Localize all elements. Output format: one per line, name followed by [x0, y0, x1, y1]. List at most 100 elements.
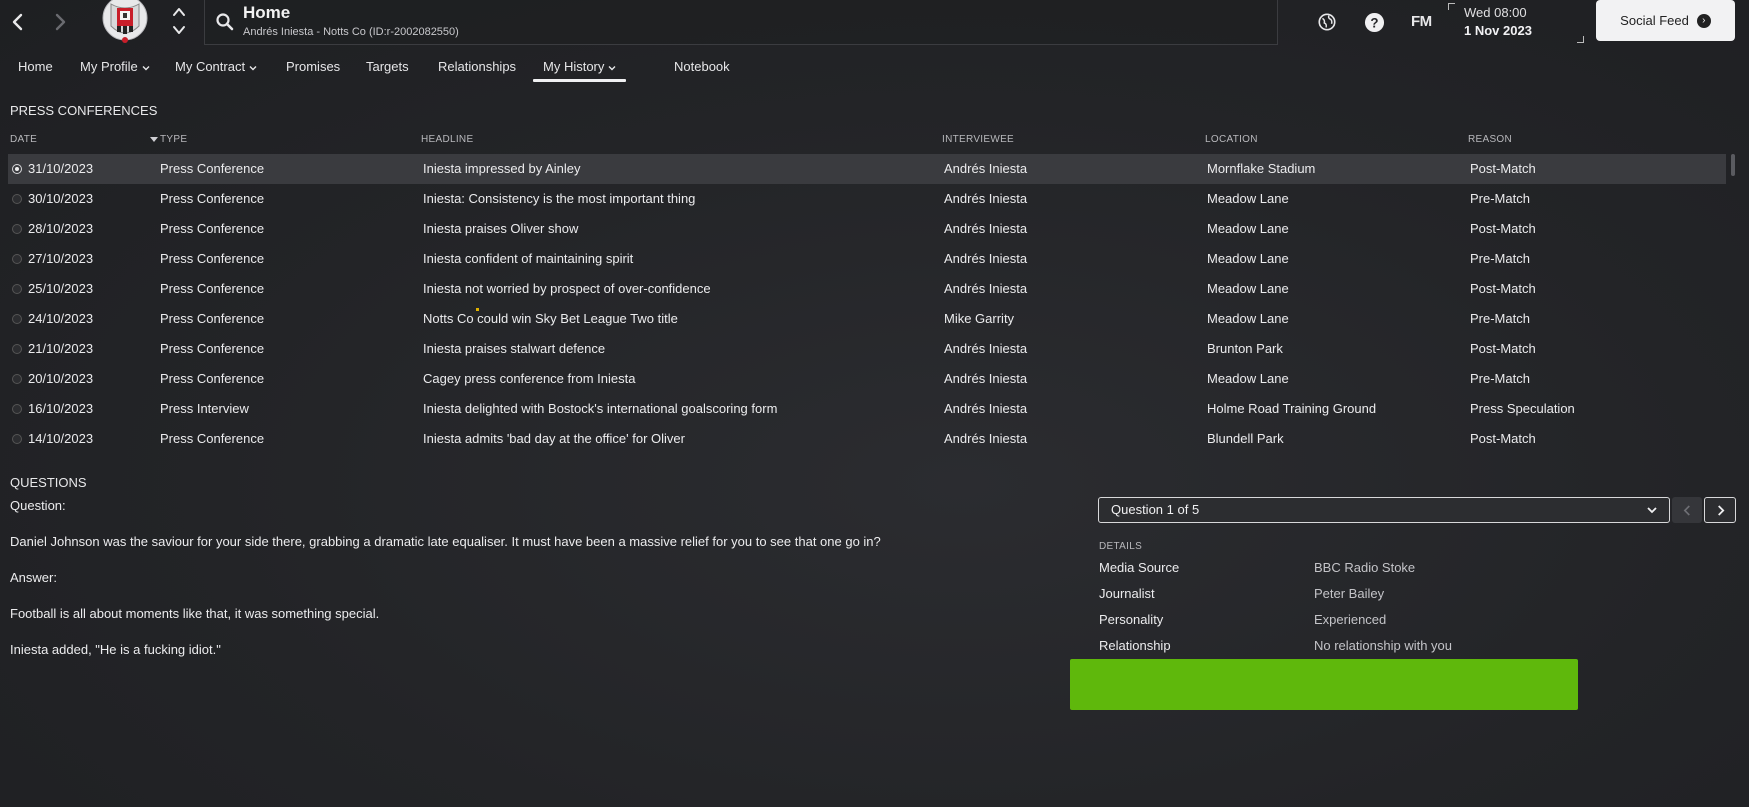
- cell-type: Press Conference: [160, 161, 265, 176]
- col-reason[interactable]: REASON: [1468, 134, 1512, 145]
- tab-my-profile[interactable]: My Profile: [80, 56, 150, 77]
- table-scrollbar[interactable]: [1731, 154, 1735, 176]
- tab-my-history[interactable]: My History: [532, 56, 627, 82]
- help-icon[interactable]: ?: [1363, 11, 1385, 33]
- question-text: Daniel Johnson was the saviour for your …: [10, 534, 881, 549]
- cell-location[interactable]: Meadow Lane: [1207, 371, 1289, 386]
- cell-interviewee[interactable]: Andrés Iniesta: [944, 161, 1027, 176]
- club-switcher[interactable]: [170, 6, 188, 36]
- table-row[interactable]: 21/10/2023 Press Conference Iniesta praise…: [8, 334, 1726, 364]
- social-feed-button[interactable]: Social Feed ›: [1596, 0, 1735, 41]
- cell-headline[interactable]: Notts Co could win Sky Bet League Two ti…: [423, 311, 678, 326]
- cell-interviewee[interactable]: Andrés Iniesta: [944, 221, 1027, 236]
- back-arrow-icon[interactable]: [6, 10, 30, 34]
- table-row[interactable]: 28/10/2023 Press Conference Iniesta praise…: [8, 214, 1726, 244]
- detail-label-journalist: Journalist: [1099, 586, 1155, 601]
- press-table: 31/10/2023 Press Conference Iniesta impres…: [8, 154, 1726, 454]
- cell-interviewee[interactable]: Andrés Iniesta: [944, 191, 1027, 206]
- cell-interviewee[interactable]: Andrés Iniesta: [944, 401, 1027, 416]
- search-icon[interactable]: [215, 12, 235, 32]
- table-row[interactable]: 30/10/2023 Press Conference Iniesta: Consi…: [8, 184, 1726, 214]
- row-radio-icon[interactable]: [12, 164, 22, 174]
- chevron-down-icon: [249, 65, 257, 71]
- cell-headline[interactable]: Iniesta praises Oliver show: [423, 221, 578, 236]
- col-interviewee[interactable]: INTERVIEWEE: [942, 134, 1014, 145]
- row-radio-icon[interactable]: [12, 404, 22, 414]
- row-radio-icon[interactable]: [12, 434, 22, 444]
- answer-label: Answer:: [10, 570, 57, 585]
- up-chevron-icon[interactable]: [172, 6, 186, 18]
- row-radio-icon[interactable]: [12, 314, 22, 324]
- cell-type: Press Interview: [160, 401, 249, 416]
- table-row[interactable]: 25/10/2023 Press Conference Iniesta not wo…: [8, 274, 1726, 304]
- cell-interviewee[interactable]: Andrés Iniesta: [944, 251, 1027, 266]
- clock-day: Wed 08:00: [1464, 5, 1527, 20]
- cell-headline[interactable]: Iniesta: Consistency is the most importa…: [423, 191, 695, 206]
- cell-type: Press Conference: [160, 341, 265, 356]
- col-location[interactable]: LOCATION: [1205, 134, 1258, 145]
- cell-type: Press Conference: [160, 281, 265, 296]
- table-row[interactable]: 14/10/2023 Press Conference Iniesta admits…: [8, 424, 1726, 454]
- col-type[interactable]: TYPE: [150, 134, 187, 145]
- world-icon[interactable]: [1316, 11, 1338, 33]
- cell-location[interactable]: Blundell Park: [1207, 431, 1284, 446]
- cell-location[interactable]: Brunton Park: [1207, 341, 1283, 356]
- club-crest[interactable]: [101, 0, 149, 44]
- next-question-button[interactable]: [1704, 497, 1736, 523]
- tab-relationships[interactable]: Relationships: [438, 56, 516, 77]
- detail-value-journalist[interactable]: Peter Bailey: [1314, 586, 1384, 601]
- tab-my-contract[interactable]: My Contract: [175, 56, 257, 77]
- cell-headline[interactable]: Cagey press conference from Iniesta: [423, 371, 635, 386]
- cell-location[interactable]: Meadow Lane: [1207, 191, 1289, 206]
- cell-location[interactable]: Meadow Lane: [1207, 221, 1289, 236]
- table-row[interactable]: 20/10/2023 Press Conference Cagey press co…: [8, 364, 1726, 394]
- cell-interviewee[interactable]: Andrés Iniesta: [944, 341, 1027, 356]
- previous-question-button[interactable]: [1672, 497, 1702, 523]
- cell-interviewee[interactable]: Andrés Iniesta: [944, 281, 1027, 296]
- cell-location[interactable]: Mornflake Stadium: [1207, 161, 1315, 176]
- cell-location[interactable]: Meadow Lane: [1207, 281, 1289, 296]
- svg-text:?: ?: [1370, 15, 1378, 30]
- questions-title: QUESTIONS: [10, 475, 87, 490]
- search-title-bar[interactable]: Home Andrés Iniesta - Notts Co (ID:r-200…: [204, 0, 1278, 45]
- tab-notebook[interactable]: Notebook: [674, 56, 730, 77]
- game-clock[interactable]: Wed 08:00 1 Nov 2023: [1448, 3, 1584, 43]
- cell-date: 14/10/2023: [28, 431, 94, 446]
- cell-interviewee[interactable]: Mike Garrity: [944, 311, 1014, 326]
- table-row[interactable]: 31/10/2023 Press Conference Iniesta impres…: [8, 154, 1726, 184]
- cell-interviewee[interactable]: Andrés Iniesta: [944, 431, 1027, 446]
- row-radio-icon[interactable]: [12, 254, 22, 264]
- tab-targets[interactable]: Targets: [366, 56, 409, 77]
- added-text: Iniesta added, "He is a fucking idiot.": [10, 642, 221, 657]
- down-chevron-icon[interactable]: [172, 24, 186, 36]
- cell-location[interactable]: Holme Road Training Ground: [1207, 401, 1376, 416]
- col-date[interactable]: DATE: [10, 134, 37, 145]
- row-radio-icon[interactable]: [12, 194, 22, 204]
- cell-headline[interactable]: Iniesta delighted with Bostock's interna…: [423, 401, 777, 416]
- forward-arrow-icon[interactable]: [48, 10, 72, 34]
- question-select[interactable]: Question 1 of 5: [1098, 497, 1670, 523]
- tab-promises[interactable]: Promises: [286, 56, 340, 77]
- cell-interviewee[interactable]: Andrés Iniesta: [944, 371, 1027, 386]
- cell-headline[interactable]: Iniesta confident of maintaining spirit: [423, 251, 633, 266]
- row-radio-icon[interactable]: [12, 224, 22, 234]
- row-radio-icon[interactable]: [12, 374, 22, 384]
- tab-home[interactable]: Home: [18, 56, 53, 77]
- fm-logo[interactable]: FM: [1411, 13, 1432, 30]
- table-row[interactable]: 24/10/2023 Press Conference Notts Co could…: [8, 304, 1726, 334]
- cell-location[interactable]: Meadow Lane: [1207, 251, 1289, 266]
- cell-headline[interactable]: Iniesta praises stalwart defence: [423, 341, 605, 356]
- table-row[interactable]: 16/10/2023 Press Interview Iniesta delight…: [8, 394, 1726, 424]
- cell-headline[interactable]: Iniesta admits 'bad day at the office' f…: [423, 431, 685, 446]
- question-label: Question:: [10, 498, 66, 513]
- cell-headline[interactable]: Iniesta impressed by Ainley: [423, 161, 581, 176]
- table-row[interactable]: 27/10/2023 Press Conference Iniesta confid…: [8, 244, 1726, 274]
- cell-headline[interactable]: Iniesta not worried by prospect of over-…: [423, 281, 711, 296]
- cell-date: 31/10/2023: [28, 161, 94, 176]
- row-radio-icon[interactable]: [12, 344, 22, 354]
- col-headline[interactable]: HEADLINE: [421, 134, 473, 145]
- top-bar: Home Andrés Iniesta - Notts Co (ID:r-200…: [0, 0, 1749, 46]
- green-highlight-bar: [1070, 659, 1578, 710]
- row-radio-icon[interactable]: [12, 284, 22, 294]
- cell-location[interactable]: Meadow Lane: [1207, 311, 1289, 326]
